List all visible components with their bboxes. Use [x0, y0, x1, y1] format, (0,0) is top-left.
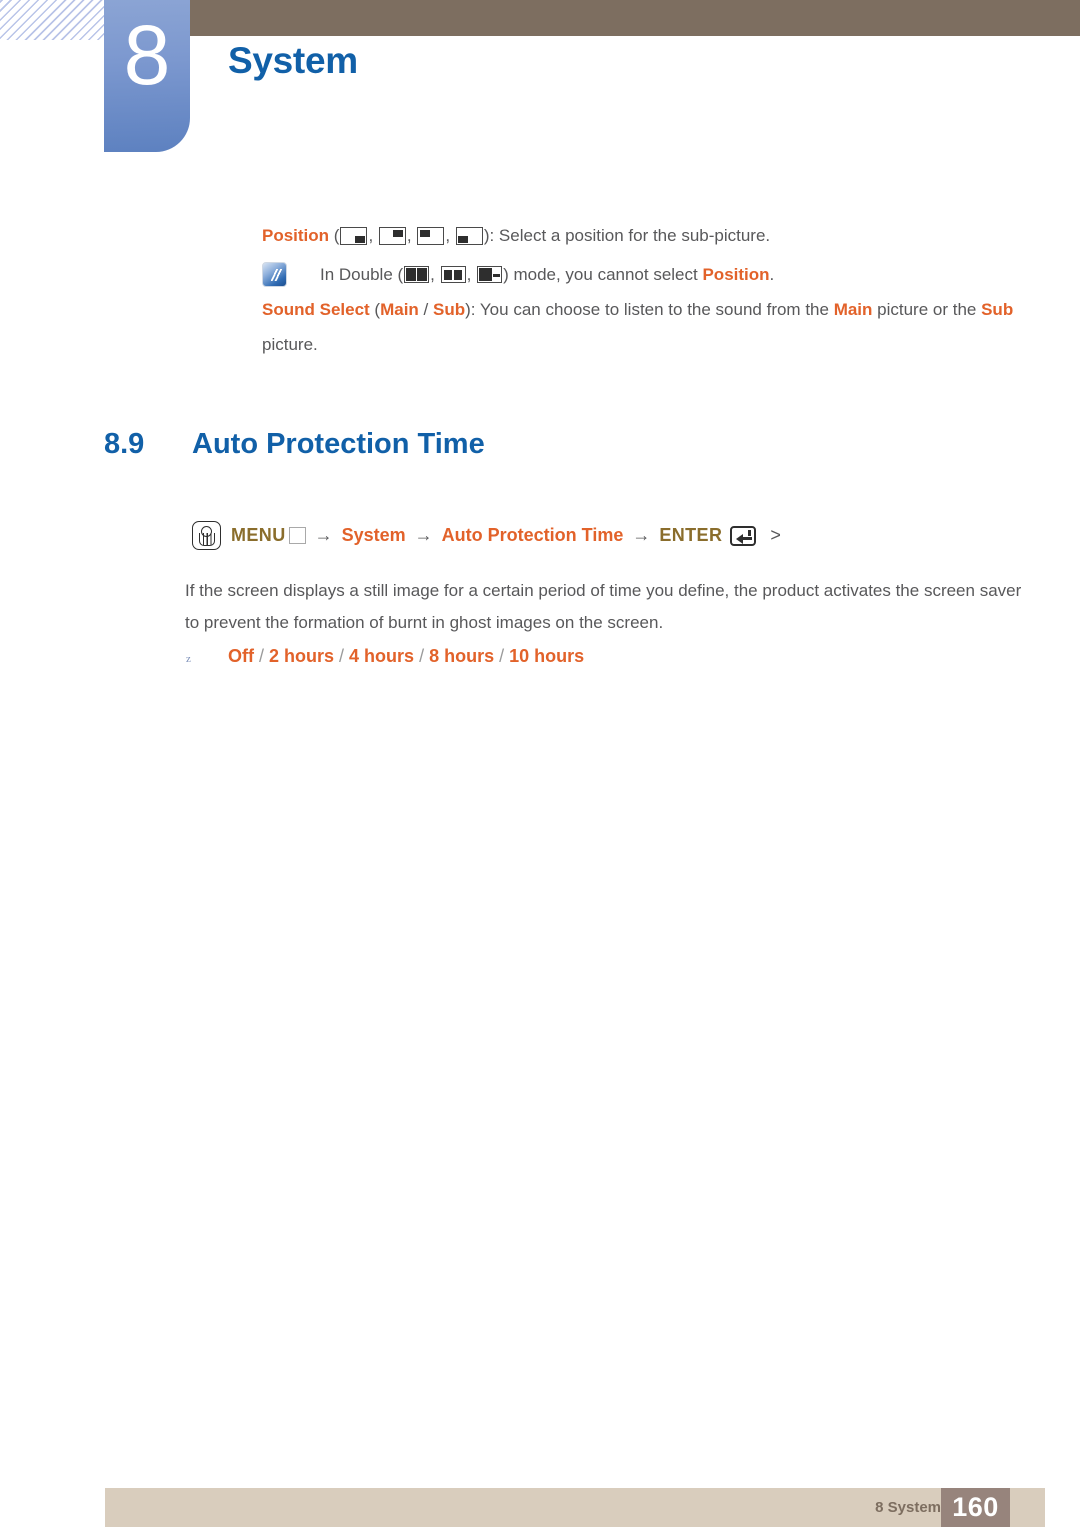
- option-separator: /: [494, 646, 510, 666]
- section-number: 8.9: [104, 428, 145, 460]
- sound-text-2: picture or the: [872, 300, 982, 319]
- separator-3: ,: [445, 226, 455, 245]
- enter-label[interactable]: ENTER: [659, 525, 722, 546]
- position-note-line: Position (, , , ): Select a position for…: [262, 218, 1022, 253]
- sound-select-line: Sound Select (Main / Sub): You can choos…: [262, 292, 1022, 362]
- sound-inline-main: Main: [833, 300, 873, 319]
- chapter-number: 8: [123, 8, 171, 102]
- sound-text-1: : You can choose to listen to the sound …: [470, 300, 834, 319]
- option-bullet-icon: z: [186, 653, 191, 665]
- double-sep-1: ,: [430, 265, 440, 284]
- sound-text-3: picture.: [262, 335, 318, 354]
- option-separator: /: [334, 646, 350, 666]
- chapter-title: System: [228, 40, 358, 81]
- sound-inline-sub: Sub: [981, 300, 1014, 319]
- double-note-prefix: In Double (: [320, 265, 404, 284]
- section-title: Auto Protection Time: [192, 428, 485, 460]
- path-trailing: >: [770, 525, 781, 545]
- double-split-inset-icon: [440, 266, 466, 283]
- option-separator: /: [254, 646, 270, 666]
- double-note-row: In Double (, , ) mode, you cannot select…: [262, 259, 1022, 290]
- hand-press-icon: [192, 521, 221, 550]
- sound-option-main: Main: [380, 300, 419, 319]
- double-note-middle: ) mode, you cannot select: [503, 265, 703, 284]
- menu-step-auto-protection-time[interactable]: Auto Protection Time: [442, 525, 624, 546]
- path-arrow-2: →: [414, 525, 433, 545]
- note-pen-icon: [262, 262, 287, 287]
- option-item[interactable]: 10 hours: [509, 646, 584, 666]
- sound-option-sub: Sub: [432, 300, 466, 319]
- footer-label: 8 System: [875, 1499, 941, 1516]
- enter-key-icon: [730, 525, 757, 546]
- option-item[interactable]: Off: [228, 646, 254, 666]
- options-row: z Off / 2 hours / 4 hours / 8 hours / 10…: [186, 646, 584, 667]
- position-top-left-icon: [417, 227, 445, 245]
- menu-label[interactable]: MENU: [231, 525, 286, 546]
- separator-2: ,: [406, 226, 417, 245]
- header-bar: [178, 0, 1080, 36]
- notes-block: Position (, , , ): Select a position for…: [262, 218, 1022, 362]
- sound-open-paren: (: [369, 300, 381, 319]
- double-note-keyword: Position: [702, 265, 770, 284]
- double-note-suffix: .: [769, 265, 775, 284]
- position-open-paren: (: [329, 226, 340, 245]
- double-large-small-icon: [477, 266, 503, 283]
- diagonal-hatch-pattern: [0, 0, 108, 40]
- position-note-text: : Select a position for the sub-picture.: [489, 226, 771, 245]
- section-heading: 8.9 Auto Protection Time: [104, 428, 485, 461]
- path-arrow-1: →: [314, 525, 333, 545]
- position-bottom-right-icon: [340, 227, 368, 245]
- menu-path: MENU → System → Auto Protection Time → E…: [192, 521, 781, 550]
- sound-select-keyword: Sound Select: [262, 300, 370, 319]
- footer-page-number: 160: [941, 1488, 1010, 1527]
- double-split-half-icon: [404, 266, 430, 283]
- position-top-right-icon: [378, 227, 406, 245]
- footer-bar: 8 System 160: [105, 1488, 1045, 1527]
- sound-option-sep: /: [418, 300, 433, 319]
- menu-step-system[interactable]: System: [342, 525, 406, 546]
- option-item[interactable]: 4 hours: [349, 646, 414, 666]
- option-values: Off / 2 hours / 4 hours / 8 hours / 10 h…: [228, 646, 584, 667]
- option-item[interactable]: 8 hours: [429, 646, 494, 666]
- option-separator: /: [414, 646, 430, 666]
- separator-1: ,: [368, 226, 378, 245]
- position-bottom-left-icon: [455, 227, 483, 245]
- option-item[interactable]: 2 hours: [269, 646, 334, 666]
- body-paragraph: If the screen displays a still image for…: [185, 581, 1022, 632]
- double-note-text: In Double (, , ) mode, you cannot select…: [320, 259, 774, 290]
- path-arrow-3: →: [632, 525, 651, 545]
- menu-square-icon: [288, 527, 306, 544]
- position-keyword: Position: [262, 226, 330, 245]
- double-sep-2: ,: [466, 265, 477, 284]
